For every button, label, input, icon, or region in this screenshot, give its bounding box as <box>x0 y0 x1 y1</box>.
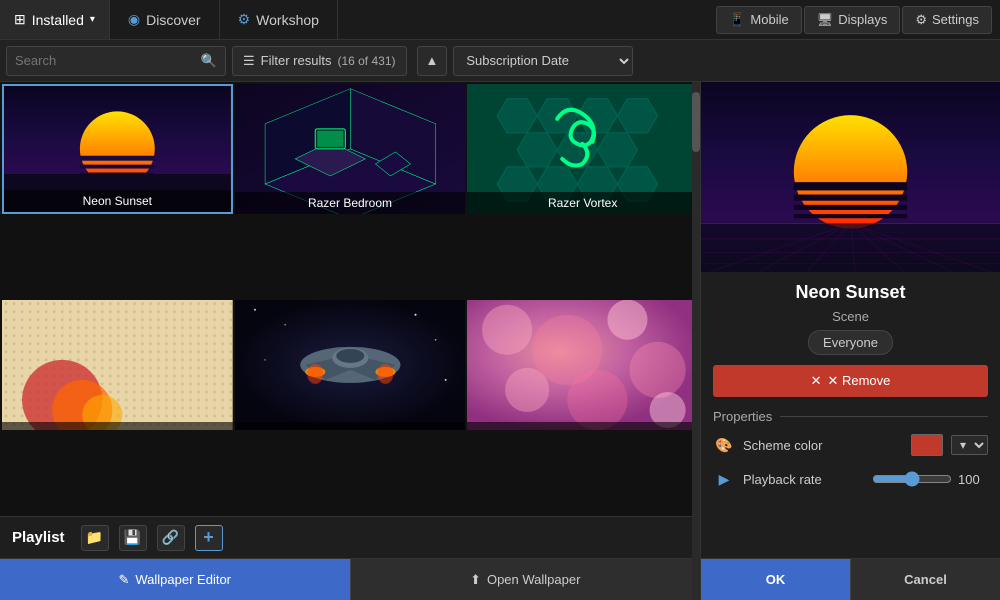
list-item[interactable] <box>467 300 698 430</box>
bottom-bar: ✎ Wallpaper Editor ⬆ Open Wallpaper <box>0 558 700 600</box>
list-item[interactable] <box>2 300 233 430</box>
folder-icon: 📁 <box>86 529 103 546</box>
scheme-color-row: 🎨 Scheme color ▾ <box>713 434 988 456</box>
palette-icon: 🎨 <box>713 434 735 456</box>
open-wallpaper-button[interactable]: ⬆ Open Wallpaper <box>350 559 701 600</box>
top-nav: ⊞ Installed ▾ ◉ Discover ⚙ Workshop 📱 Mo… <box>0 0 1000 40</box>
color-swatch[interactable] <box>911 434 943 456</box>
playback-rate-label: Playback rate <box>743 472 864 487</box>
right-panel: Neon Sunset Scene Everyone ✕ ✕ Remove Pr… <box>700 82 1000 600</box>
installed-dropdown-icon: ▾ <box>90 14 95 25</box>
playback-rate-row: ▶ Playback rate 100 <box>713 468 988 490</box>
mobile-button[interactable]: 📱 Mobile <box>716 6 801 34</box>
discover-icon: ◉ <box>128 11 140 28</box>
scrollbar-thumb[interactable] <box>692 92 700 152</box>
sort-select[interactable]: Subscription Date <box>453 46 633 76</box>
filter-button[interactable]: ☰ Filter results (16 of 431) <box>232 46 407 76</box>
right-panel-bottom: OK Cancel <box>701 558 1000 600</box>
list-item[interactable]: Razer Vortex <box>467 84 698 214</box>
play-icon: ▶ <box>713 468 735 490</box>
properties-divider <box>780 416 988 417</box>
playback-slider-wrap: 100 <box>872 471 988 487</box>
remove-label: ✕ Remove <box>827 373 890 389</box>
remove-button[interactable]: ✕ ✕ Remove <box>713 365 988 397</box>
playlist-title: Playlist <box>12 529 65 546</box>
search-icon: 🔍 <box>201 53 217 69</box>
filter-icon: ☰ <box>243 53 255 69</box>
playlist-folder-button[interactable]: 📁 <box>81 525 109 551</box>
tab-workshop[interactable]: ⚙ Workshop <box>220 0 338 39</box>
remove-icon: ✕ <box>811 373 822 389</box>
grid-item-label <box>467 422 698 430</box>
edit-icon: ✎ <box>118 572 129 588</box>
playlist-add-button[interactable]: + <box>195 525 223 551</box>
discover-label: Discover <box>146 12 200 28</box>
search-box[interactable]: 🔍 <box>6 46 226 76</box>
playlist-share-button[interactable]: 🔗 <box>157 525 185 551</box>
mobile-icon: 📱 <box>729 12 745 28</box>
everyone-badge: Everyone <box>808 330 893 355</box>
share-icon: 🔗 <box>162 529 179 546</box>
grid-item-label <box>2 422 233 430</box>
grid-panel: Neon Sunset <box>0 82 700 600</box>
playback-rate-value: 100 <box>958 472 988 487</box>
wallpaper-editor-button[interactable]: ✎ Wallpaper Editor <box>0 559 350 600</box>
search-input[interactable] <box>15 53 195 68</box>
color-dropdown[interactable]: ▾ <box>951 435 988 455</box>
displays-icon: 🖥 <box>817 12 834 28</box>
preview-area <box>701 82 1000 272</box>
upload-icon: ⬆ <box>470 572 481 588</box>
settings-icon: ⚙ <box>915 12 927 28</box>
playlist-save-button[interactable]: 💾 <box>119 525 147 551</box>
playlist-bar: Playlist 📁 💾 🔗 + <box>0 516 700 558</box>
properties-header: Properties <box>713 409 988 424</box>
scene-label: Scene <box>701 309 1000 324</box>
tab-installed[interactable]: ⊞ Installed ▾ <box>0 0 110 39</box>
filter-label: Filter results <box>261 53 332 68</box>
main-area: Neon Sunset <box>0 82 1000 600</box>
properties-label: Properties <box>713 409 772 424</box>
list-item[interactable] <box>235 300 466 430</box>
grid-item-label <box>235 422 466 430</box>
toolbar: 🔍 ☰ Filter results (16 of 431) ▲ Subscri… <box>0 40 1000 82</box>
playback-rate-slider[interactable] <box>872 471 952 487</box>
filter-count: (16 of 431) <box>337 54 395 68</box>
scheme-color-label: Scheme color <box>743 438 903 453</box>
list-item[interactable]: Neon Sunset <box>2 84 233 214</box>
grid-item-label: Neon Sunset <box>4 190 231 212</box>
list-item[interactable]: Razer Bedroom <box>235 84 466 214</box>
wallpaper-title: Neon Sunset <box>701 272 1000 309</box>
properties-section: Properties 🎨 Scheme color ▾ ▶ Playback r… <box>701 409 1000 502</box>
sort-direction-button[interactable]: ▲ <box>417 46 448 76</box>
workshop-icon: ⚙ <box>238 11 251 28</box>
ok-button[interactable]: OK <box>701 559 850 600</box>
scrollbar[interactable] <box>692 82 700 600</box>
nav-right: 📱 Mobile 🖥 Displays ⚙ Settings <box>716 6 1000 34</box>
workshop-label: Workshop <box>256 12 319 28</box>
grid-item-label: Razer Bedroom <box>235 192 466 214</box>
tab-discover[interactable]: ◉ Discover <box>110 0 220 39</box>
displays-button[interactable]: 🖥 Displays <box>804 6 901 34</box>
installed-icon: ⊞ <box>14 11 26 28</box>
cancel-button[interactable]: Cancel <box>850 559 1000 600</box>
settings-button[interactable]: ⚙ Settings <box>902 6 992 34</box>
save-icon: 💾 <box>124 529 141 546</box>
grid-item-label: Razer Vortex <box>467 192 698 214</box>
installed-label: Installed <box>32 12 84 28</box>
grid-container: Neon Sunset <box>0 82 700 516</box>
